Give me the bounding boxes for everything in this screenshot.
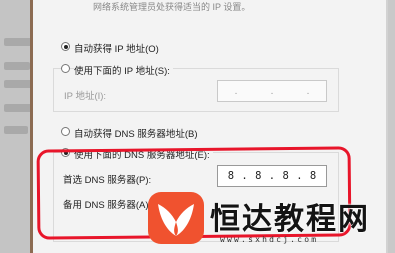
background-text-line [4,104,32,112]
background-text-line [4,126,28,134]
watermark-url: www.sxhdcj.com [220,235,319,244]
manual-ip-label[interactable]: 使用下面的 IP 地址(S): [74,63,173,77]
background-text-line [4,62,30,70]
watermark-logo: 恒达教程网 www.sxhdcj.com [148,190,388,250]
logo-badge [148,192,204,244]
dialog-description: 网络系统管理员处获得适当的 IP 设置。 [93,2,251,12]
ip-address-label: IP 地址(I): [64,91,107,102]
auto-ip-label[interactable]: 自动获得 IP 地址(O) [74,41,159,55]
auto-ip-radio[interactable] [61,42,70,51]
fish-tail-icon [158,204,194,236]
manual-ip-radio[interactable] [61,64,70,73]
ip-octet-separator: . [234,85,238,97]
ip-address-field[interactable]: . . . [217,80,327,102]
auto-dns-label[interactable]: 自动获得 DNS 服务器地址(B) [74,126,198,140]
ip-octet-separator: . [306,85,310,97]
background-window-edge [388,0,395,253]
auto-dns-radio[interactable] [61,127,70,136]
watermark-title: 恒达教程网 [210,202,370,237]
ip-octet-separator: . [270,85,274,97]
